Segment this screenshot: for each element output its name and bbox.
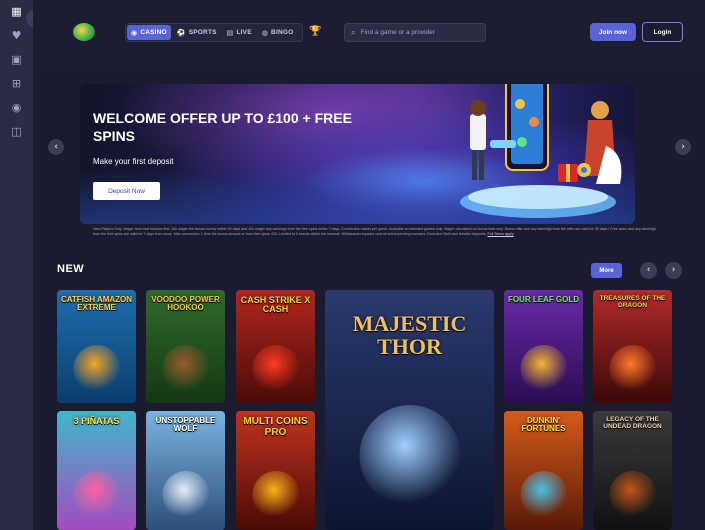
game-artwork <box>252 345 299 392</box>
hero-prev-arrow-icon[interactable]: ‹ <box>48 139 64 155</box>
game-tile[interactable]: CASH STRIKE X CASH <box>236 290 315 403</box>
game-artwork <box>73 345 120 392</box>
tab-label: LIVE <box>236 29 252 36</box>
tab-live[interactable]: ▤ LIVE <box>223 25 256 40</box>
game-tile[interactable]: DUNKIN' FORTUNES <box>504 411 583 530</box>
terms-body: New Players Only. Wager from real balanc… <box>93 227 656 236</box>
search-bar[interactable]: ⌕ <box>344 23 486 42</box>
bingo-icon: ◍ <box>261 28 269 37</box>
more-button[interactable]: More <box>591 263 622 278</box>
deposit-now-button[interactable]: Deposit Now <box>93 182 160 200</box>
heart-icon[interactable]: ♥ <box>10 30 24 42</box>
game-title: UNSTOPPABLE WOLF <box>155 416 216 434</box>
trophy-icon[interactable]: 🏆 <box>309 26 321 37</box>
brand-logo[interactable] <box>73 23 95 41</box>
game-tile[interactable]: MULTI COINS PRO <box>236 411 315 530</box>
tab-sports[interactable]: ⚽ SPORTS <box>173 25 221 40</box>
game-tile[interactable]: MAJESTIC THOR <box>325 290 494 530</box>
game-title: CASH STRIKE X CASH <box>240 295 311 315</box>
game-title: MULTI COINS PRO <box>243 416 308 438</box>
game-tile[interactable]: FOUR LEAF GOLD <box>504 290 583 403</box>
game-artwork <box>252 471 299 518</box>
tab-label: BINGO <box>271 29 294 36</box>
game-title: LEGACY OF THE UNDEAD DRAGON <box>603 416 662 430</box>
game-artwork <box>162 345 209 392</box>
header: ◉ CASINO ⚽ SPORTS ▤ LIVE ◍ BINGO 🏆 ⌕ Joi… <box>33 0 705 65</box>
banner-title: WELCOME OFFER UP TO £100 + FREE SPINS <box>93 110 352 144</box>
terms-text: New Players Only. Wager from real balanc… <box>93 227 658 237</box>
game-title: CATFISH AMAZON EXTREME <box>60 295 133 313</box>
tab-casino[interactable]: ◉ CASINO <box>127 25 171 40</box>
tab-bingo[interactable]: ◍ BINGO <box>258 25 298 40</box>
section-prev-arrow-icon[interactable]: ‹ <box>640 262 657 279</box>
game-title: FOUR LEAF GOLD <box>507 295 580 304</box>
join-now-button[interactable]: Join now <box>590 23 636 41</box>
banner-subtitle: Make your first deposit <box>93 157 174 166</box>
live-cards-icon: ▤ <box>226 28 234 37</box>
game-tile[interactable]: LEGACY OF THE UNDEAD DRAGON <box>593 411 672 530</box>
tab-label: SPORTS <box>188 29 217 36</box>
product-nav: ◉ CASINO ⚽ SPORTS ▤ LIVE ◍ BINGO <box>125 23 303 42</box>
chip-icon[interactable]: ◉ <box>10 102 24 114</box>
game-artwork <box>609 345 656 392</box>
chat-icon[interactable]: ◫ <box>10 126 24 138</box>
hero-next-arrow-icon[interactable]: › <box>675 139 691 155</box>
search-input[interactable] <box>360 29 471 36</box>
football-icon: ⚽ <box>176 28 186 37</box>
grid-icon[interactable]: ▦ <box>10 6 24 18</box>
game-artwork <box>162 471 209 518</box>
game-tile[interactable]: 3 PIÑATAS <box>57 411 136 530</box>
search-icon: ⌕ <box>351 27 356 37</box>
game-title: DUNKIN' FORTUNES <box>521 416 566 434</box>
login-button[interactable]: Login <box>642 22 683 42</box>
game-title: TREASURES OF THE DRAGON <box>599 295 666 309</box>
game-artwork <box>609 471 656 518</box>
gift-icon[interactable]: ⊞ <box>10 78 24 90</box>
promo-banner: WELCOME OFFER UP TO £100 + FREE SPINS Ma… <box>80 84 635 224</box>
game-artwork <box>73 471 120 518</box>
full-terms-link[interactable]: Full Terms apply <box>488 232 514 236</box>
section-title: NEW <box>57 263 85 275</box>
game-tile[interactable]: VOODOO POWER HOOKOO <box>146 290 225 403</box>
left-rail: ▦ ♥ ▣ ⊞ ◉ ◫ <box>0 0 33 530</box>
game-artwork <box>359 405 460 506</box>
game-tile[interactable]: UNSTOPPABLE WOLF <box>146 411 225 530</box>
game-artwork <box>520 345 567 392</box>
game-tile[interactable]: TREASURES OF THE DRAGON <box>593 290 672 403</box>
casino-icon: ◉ <box>131 28 138 37</box>
game-artwork <box>520 471 567 518</box>
game-title: MAJESTIC THOR <box>352 311 467 360</box>
game-title: 3 PIÑATAS <box>73 416 120 426</box>
section-next-arrow-icon[interactable]: › <box>665 262 682 279</box>
game-tile[interactable]: CATFISH AMAZON EXTREME <box>57 290 136 403</box>
tab-label: CASINO <box>140 29 167 36</box>
game-title: VOODOO POWER HOOKOO <box>151 295 220 313</box>
chest-icon[interactable]: ▣ <box>10 54 24 66</box>
banner-illustration <box>460 84 622 218</box>
